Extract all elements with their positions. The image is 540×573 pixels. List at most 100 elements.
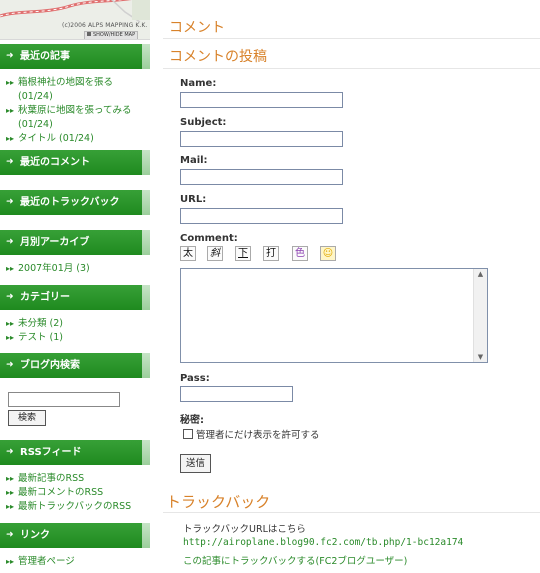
archives-list: ▸▸ 2007年01月 (3) (6, 262, 146, 276)
double-arrow-icon: ▸▸ (6, 333, 15, 342)
map-toggle-icon (87, 32, 91, 36)
category-link[interactable]: 未分類 (2) (18, 318, 63, 329)
mail-label: Mail: (180, 155, 208, 166)
rss-link[interactable]: 最新トラックバックのRSS (18, 501, 131, 512)
blog-search-title: ブログ内検索 (20, 360, 80, 371)
section-arrow-icon: ➜ (6, 292, 14, 302)
scroll-up-icon[interactable]: ▲ (476, 270, 485, 278)
textarea-scrollbar[interactable]: ▲ ▼ (473, 269, 487, 362)
double-arrow-icon: ▸▸ (6, 557, 15, 566)
blog-search-header: ➜ ブログ内検索 (0, 353, 150, 378)
map-thumbnail[interactable]: (c)2006 ALPS MAPPING K.K. SHOW/HIDE MAP (0, 0, 150, 40)
divider (163, 512, 540, 513)
show-hide-map-label: SHOW/HIDE MAP (93, 32, 136, 38)
double-arrow-icon: ▸▸ (6, 474, 15, 483)
italic-icon[interactable]: 斜 (207, 246, 223, 261)
list-item[interactable]: ▸▸ 未分類 (2) (6, 317, 146, 331)
header-notch (142, 285, 150, 310)
scroll-down-icon[interactable]: ▼ (476, 353, 485, 361)
trackback-link[interactable]: この記事にトラックバックする(FC2ブログユーザー) (183, 553, 407, 567)
recent-comments-header: ➜ 最近のコメント (0, 150, 150, 175)
admin-page-link[interactable]: 管理者ページ (18, 556, 75, 567)
archives-title: 月別アーカイブ (20, 237, 90, 248)
recent-posts-list: ▸▸ 箱根神社の地図を張る (01/24) ▸▸ 秋葉原に地図を張ってみる (0… (6, 76, 146, 146)
recent-post-link[interactable]: タイトル (01/24) (18, 133, 94, 144)
list-item[interactable]: ▸▸ 管理者ページ (6, 555, 146, 569)
list-item[interactable]: ▸▸ 箱根神社の地図を張る (01/24) (6, 76, 146, 104)
secret-label: 秘密: (180, 415, 204, 426)
double-arrow-icon: ▸▸ (6, 488, 15, 497)
section-arrow-icon: ➜ (6, 237, 14, 247)
list-item[interactable]: ▸▸ 秋葉原に地図を張ってみる (01/24) (6, 104, 146, 132)
section-arrow-icon: ➜ (6, 530, 14, 540)
recent-posts-title: 最近の記事 (20, 51, 70, 62)
recent-trackbacks-title: 最近のトラックバック (20, 197, 120, 208)
divider (163, 68, 540, 69)
list-item[interactable]: ▸▸ テスト (1) (6, 331, 146, 345)
double-arrow-icon: ▸▸ (6, 319, 15, 328)
comment-heading: コメント (169, 20, 225, 36)
recent-post-link[interactable]: 秋葉原に地図を張ってみる (18, 105, 132, 116)
secret-checkbox-label[interactable]: 管理者にだけ表示を許可する (196, 427, 320, 441)
color-icon[interactable]: 色 (292, 246, 308, 261)
comment-label: Comment: (180, 233, 238, 244)
rss-list: ▸▸ 最新記事のRSS ▸▸ 最新コメントのRSS ▸▸ 最新トラックバックのR… (6, 472, 146, 514)
trackback-heading: トラックバック (166, 493, 271, 511)
subject-label: Subject: (180, 117, 227, 128)
rss-link[interactable]: 最新記事のRSS (18, 473, 84, 484)
main-content: コメント コメントの投稿 Name: Subject: Mail: URL: C… (163, 0, 540, 573)
double-arrow-icon: ▸▸ (6, 78, 15, 87)
list-item[interactable]: ▸▸ タイトル (01/24) (6, 132, 146, 146)
url-input[interactable] (180, 208, 343, 224)
post-comment-heading: コメントの投稿 (169, 49, 267, 65)
header-notch (142, 190, 150, 215)
name-input[interactable] (180, 92, 343, 108)
strike-icon[interactable]: 打 (263, 246, 279, 261)
secret-checkbox[interactable] (183, 429, 193, 439)
trackback-url[interactable]: http://airoplane.blog90.fc2.com/tb.php/1… (183, 537, 463, 548)
blog-search-input[interactable] (8, 392, 120, 407)
header-notch (142, 230, 150, 255)
list-item[interactable]: ▸▸ 最新記事のRSS (6, 472, 146, 486)
name-label: Name: (180, 78, 217, 89)
trackback-intro: トラックバックURLはこちら (183, 524, 306, 535)
comment-textarea[interactable]: ▲ ▼ (180, 268, 488, 363)
category-link[interactable]: テスト (1) (18, 332, 63, 343)
double-arrow-icon: ▸▸ (6, 134, 15, 143)
mail-input[interactable] (180, 169, 343, 185)
recent-posts-header: ➜ 最近の記事 (0, 44, 150, 69)
categories-title: カテゴリー (20, 292, 70, 303)
links-header: ➜ リンク (0, 523, 150, 548)
underline-icon[interactable]: 下 (235, 246, 251, 261)
header-notch (142, 353, 150, 378)
recent-post-date: (01/24) (18, 119, 53, 130)
list-item[interactable]: ▸▸ 2007年01月 (3) (6, 262, 146, 276)
pass-input[interactable] (180, 386, 293, 402)
section-arrow-icon: ➜ (6, 197, 14, 207)
show-hide-map-button[interactable]: SHOW/HIDE MAP (84, 31, 139, 39)
recent-post-link[interactable]: 箱根神社の地図を張る (18, 77, 113, 88)
rss-link[interactable]: 最新コメントのRSS (18, 487, 103, 498)
divider (163, 38, 540, 39)
emoji-icon[interactable]: ☺ (320, 246, 336, 261)
bold-icon[interactable]: 太 (180, 246, 196, 261)
links-title: リンク (20, 530, 50, 541)
subject-input[interactable] (180, 131, 343, 147)
blog-search-button[interactable]: 検索 (8, 410, 46, 426)
section-arrow-icon: ➜ (6, 51, 14, 61)
pass-label: Pass: (180, 373, 210, 384)
recent-comments-title: 最近のコメント (20, 157, 90, 168)
archive-link[interactable]: 2007年01月 (3) (18, 263, 90, 274)
recent-post-date: (01/24) (18, 91, 53, 102)
header-notch (142, 440, 150, 465)
links-list: ▸▸ 管理者ページ (6, 555, 146, 569)
sidebar: (c)2006 ALPS MAPPING K.K. SHOW/HIDE MAP … (0, 0, 150, 573)
list-item[interactable]: ▸▸ 最新トラックバックのRSS (6, 500, 146, 514)
section-arrow-icon: ➜ (6, 360, 14, 370)
rss-header: ➜ RSSフィード (0, 440, 150, 465)
header-notch (142, 523, 150, 548)
recent-trackbacks-header: ➜ 最近のトラックバック (0, 190, 150, 215)
submit-button[interactable]: 送信 (180, 454, 211, 473)
list-item[interactable]: ▸▸ 最新コメントのRSS (6, 486, 146, 500)
header-notch (142, 44, 150, 69)
